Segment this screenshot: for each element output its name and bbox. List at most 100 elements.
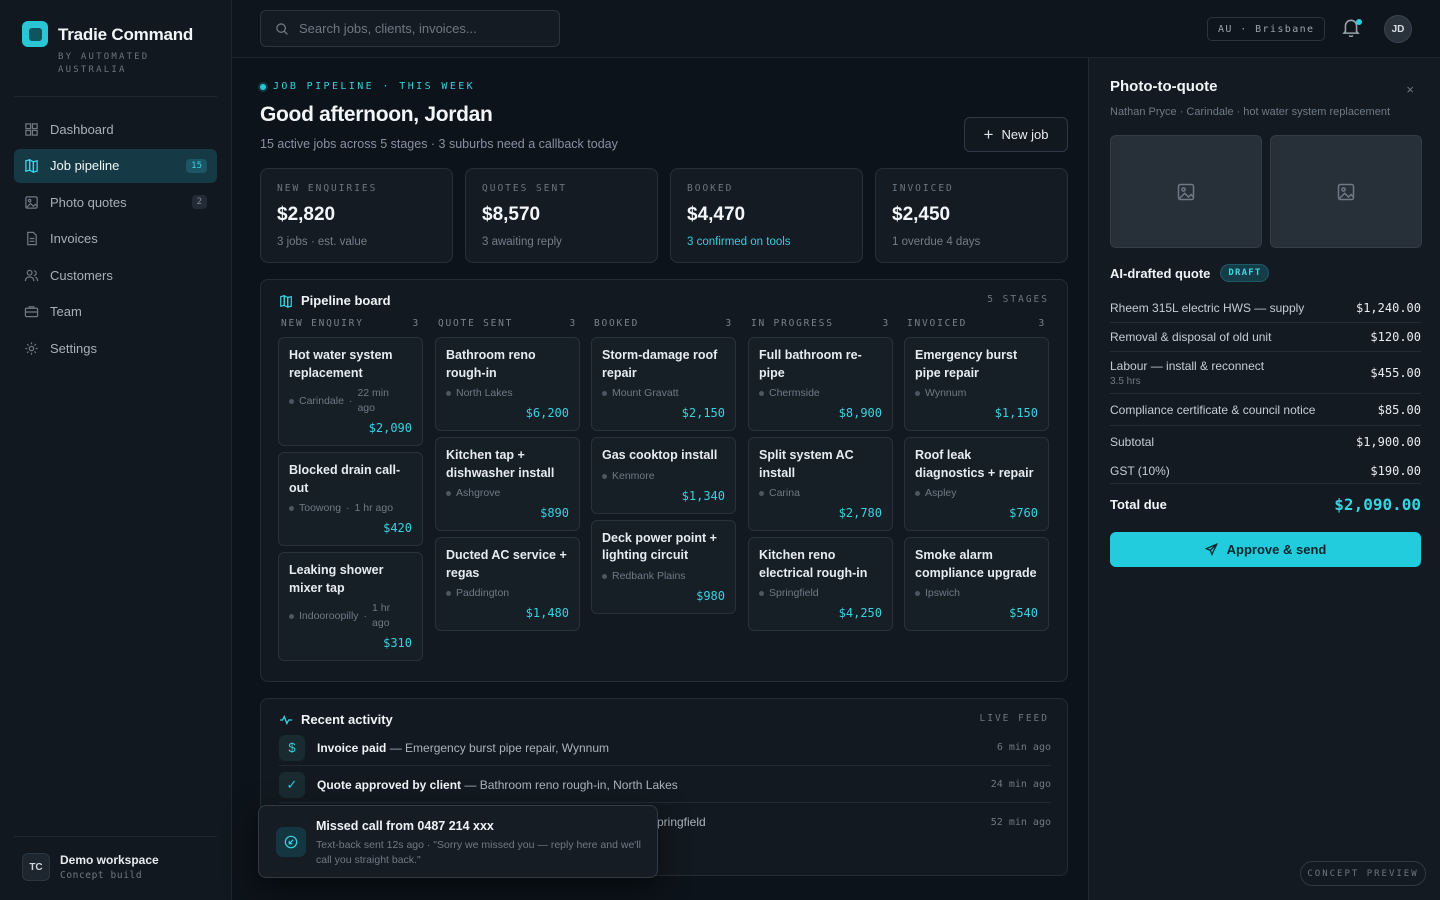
approve-send-button[interactable]: Approve & send <box>1110 532 1421 567</box>
workspace-switcher[interactable]: TC Demo workspace Concept build <box>22 853 159 881</box>
job-meta: Ipswich <box>915 586 1038 601</box>
sidebar-item-invoices[interactable]: Invoices <box>14 222 217 256</box>
line-label: Rheem 315L electric HWS — supply <box>1110 301 1305 315</box>
close-icon[interactable]: × <box>1406 82 1414 97</box>
location-dot-icon <box>602 573 607 579</box>
job-price: $6,200 <box>525 406 569 420</box>
page-title: Good afternoon, Jordan <box>260 103 493 126</box>
job-card[interactable]: Gas cooktop install Kenmore $1,340 <box>591 437 736 514</box>
job-card[interactable]: Deck power point + lighting circuit Redb… <box>591 519 736 614</box>
photo-thumbnail[interactable] <box>1110 135 1262 248</box>
sidebar-item-label: Photo quotes <box>50 194 127 210</box>
quote-header: AI-drafted quote DRAFT <box>1110 264 1270 282</box>
gst-amount: $190.00 <box>1370 463 1421 478</box>
stat-card-invoiced[interactable]: INVOICED $2,450 1 overdue 4 days <box>875 168 1068 263</box>
photo-thumbnail[interactable] <box>1270 135 1422 248</box>
line-amount: $120.00 <box>1370 330 1421 344</box>
job-card[interactable]: Kitchen reno electrical rough-in Springf… <box>748 537 893 631</box>
column-count: 3 <box>725 318 733 329</box>
location-dot-icon <box>915 391 920 396</box>
pipeline-icon <box>25 158 38 173</box>
divider <box>14 836 217 837</box>
job-card[interactable]: Full bathroom re-pipe Chermside $8,900 <box>748 337 893 431</box>
quote-line-item: Labour — install & reconnect 3.5 hrs $45… <box>1110 352 1421 394</box>
stat-value: $2,450 <box>892 204 951 225</box>
briefcase-icon <box>24 306 39 318</box>
job-meta: North Lakes <box>446 386 569 401</box>
job-card[interactable]: Blocked drain call-out Toowong · 1 hr ago … <box>278 452 423 546</box>
job-card[interactable]: Storm-damage roof repair Mount Gravatt $… <box>591 337 736 431</box>
job-price: $1,340 <box>681 488 725 503</box>
pipeline-column-invoiced: INVOICED 3 Emergency burst pipe repair Wy… <box>904 318 1049 637</box>
search-input[interactable]: Search jobs, clients, invoices... <box>260 10 560 47</box>
job-meta: Carindale · 22 min ago <box>289 386 412 416</box>
board-stage-count: 5 STAGES <box>987 294 1049 305</box>
job-card[interactable]: Ducted AC service + regas Paddington $1,… <box>435 537 580 631</box>
notification-dot <box>1356 19 1362 25</box>
sidebar-item-team[interactable]: Team <box>14 295 217 329</box>
sidebar-item-customers[interactable]: Customers <box>14 258 217 292</box>
job-suburb: Wynnum <box>925 387 967 399</box>
job-card[interactable]: Bathroom reno rough-in North Lakes $6,20… <box>435 337 580 431</box>
activity-text: Quote approved by client — Bathroom reno… <box>317 778 678 792</box>
job-time: 1 hr ago <box>372 602 391 629</box>
job-title: Blocked drain call-out <box>289 463 401 495</box>
column-header: BOOKED 3 <box>591 318 736 329</box>
job-price: $1,480 <box>525 606 569 620</box>
stat-label: NEW ENQUIRIES <box>277 183 378 194</box>
stat-card-booked[interactable]: BOOKED $4,470 3 confirmed on tools <box>670 168 863 263</box>
job-title: Split system AC install <box>759 448 854 480</box>
job-price: $4,250 <box>838 606 882 620</box>
location-dot-icon <box>446 391 451 396</box>
job-card[interactable]: Roof leak diagnostics + repair Aspley $7… <box>904 437 1049 531</box>
sidebar: Tradie Command BY AUTOMATED AUSTRALIA Da… <box>0 0 232 900</box>
new-job-button[interactable]: + New job <box>964 117 1068 152</box>
panel-subtitle: Nathan Pryce · Carindale · hot water sys… <box>1110 106 1391 118</box>
image-placeholder-icon <box>1337 183 1355 200</box>
missed-call-toast[interactable]: Missed call from 0487 214 xxx Text-back … <box>258 805 658 878</box>
column-header: IN PROGRESS 3 <box>748 318 893 329</box>
job-title: Hot water system replacement <box>289 348 393 380</box>
job-card[interactable]: Hot water system replacement Carindale · 2… <box>278 337 423 446</box>
pipeline-column-new-enquiry: NEW ENQUIRY 3 Hot water system replacemen… <box>278 318 423 667</box>
stat-card-quotes-sent[interactable]: QUOTES SENT $8,570 3 awaiting reply <box>465 168 658 263</box>
activity-title-label: Recent activity <box>301 712 393 727</box>
job-price: $420 <box>383 521 412 535</box>
user-avatar[interactable]: JD <box>1384 15 1412 43</box>
stats-row: NEW ENQUIRIES $2,820 3 jobs · est. value… <box>260 168 1068 263</box>
job-card[interactable]: Smoke alarm compliance upgrade Ipswich $… <box>904 537 1049 631</box>
job-suburb: Ipswich <box>925 587 961 599</box>
job-card[interactable]: Emergency burst pipe repair Wynnum $1,15… <box>904 337 1049 431</box>
job-meta: Mount Gravatt <box>602 386 725 401</box>
job-card[interactable]: Split system AC install Carina $2,780 <box>748 437 893 531</box>
send-icon <box>1204 543 1218 556</box>
quote-line-item: Removal & disposal of old unit $120.00 <box>1110 323 1421 352</box>
sidebar-item-job-pipeline[interactable]: Job pipeline 15 <box>14 148 217 183</box>
sidebar-item-dashboard[interactable]: Dashboard <box>14 112 217 146</box>
app-root: Tradie Command BY AUTOMATED AUSTRALIA Da… <box>0 0 1440 900</box>
job-price: $540 <box>1009 606 1038 620</box>
brand[interactable]: Tradie Command BY AUTOMATED AUSTRALIA <box>22 21 193 77</box>
check-icon: ✓ <box>279 771 305 798</box>
workspace-avatar: TC <box>22 853 50 881</box>
pipeline-column-quote-sent: QUOTE SENT 3 Bathroom reno rough-in North… <box>435 318 580 637</box>
job-suburb: Ashgrove <box>456 487 501 499</box>
job-suburb: Redbank Plains <box>612 569 686 582</box>
job-card[interactable]: Kitchen tap + dishwasher install Ashgrov… <box>435 437 580 531</box>
stat-card-new-enquiries[interactable]: NEW ENQUIRIES $2,820 3 jobs · est. value <box>260 168 453 263</box>
job-card[interactable]: Leaking shower mixer tap Indooroopilly · 1… <box>278 552 423 661</box>
job-time: 22 min ago <box>357 387 389 414</box>
location-dot-icon <box>915 591 920 596</box>
line-amount: $455.00 <box>1370 365 1421 380</box>
notifications-button[interactable] <box>1342 17 1362 39</box>
location-selector[interactable]: AU · Brisbane <box>1207 17 1326 41</box>
activity-item[interactable]: $ Invoice paid — Emergency burst pipe re… <box>279 730 1051 766</box>
sidebar-item-photo-quotes[interactable]: Photo quotes 2 <box>14 185 217 219</box>
column-name: INVOICED <box>907 318 968 329</box>
sidebar-item-settings[interactable]: Settings <box>14 331 217 365</box>
activity-item[interactable]: ✓ Quote approved by client — Bathroom re… <box>279 767 1051 803</box>
job-suburb: Chermside <box>769 387 820 399</box>
job-price: $8,900 <box>838 406 882 420</box>
approve-label: Approve & send <box>1226 542 1327 557</box>
job-suburb: Paddington <box>456 587 510 599</box>
